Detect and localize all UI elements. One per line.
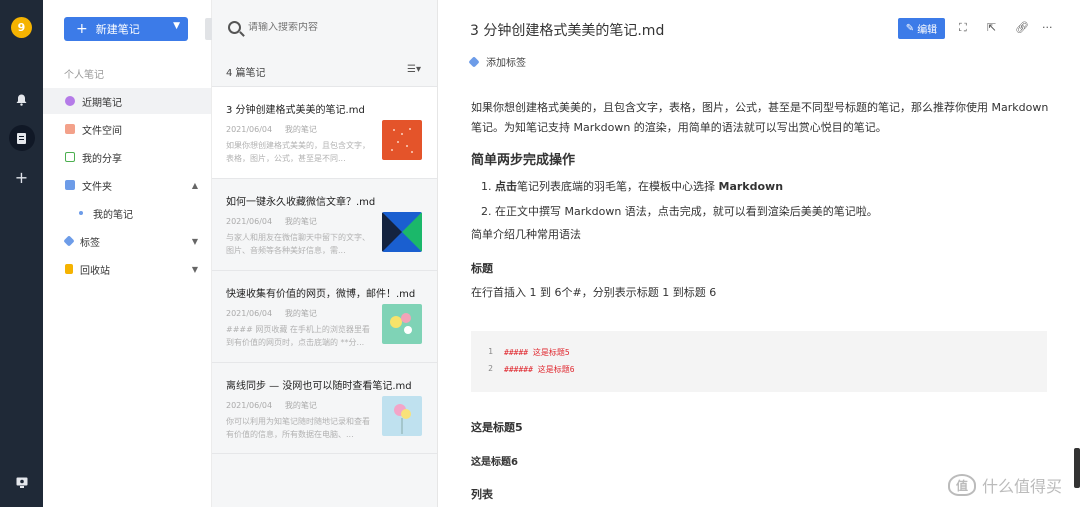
note-title: 3 分钟创建格式美美的笔记.md	[226, 105, 365, 116]
sidebar-item-file-space[interactable]: 文件空间	[43, 116, 211, 142]
watermark-logo: 值	[947, 474, 976, 496]
open-external-icon[interactable]: ⇱	[987, 21, 996, 34]
note-list: 4 篇笔记 ☰▾ 3 分钟创建格式美美的笔记.md 2021/06/04 我的笔…	[212, 0, 438, 507]
tag-icon	[468, 55, 480, 68]
new-note-button[interactable]: + 新建笔记 ▼	[64, 17, 188, 41]
line-number: 2	[488, 364, 493, 373]
watermark-text: 什么值得买	[981, 477, 1062, 496]
note-excerpt: 你可以利用为知笔记随时随地记录和查看有价值的信息，所有数据在电脑、...	[226, 417, 370, 439]
chevron-down-icon[interactable]: ▼	[192, 237, 198, 246]
chevron-down-icon[interactable]: ▼	[192, 265, 198, 274]
folder-icon	[65, 180, 75, 190]
add-tag-label: 添加标签	[486, 58, 526, 69]
list-item: 在正文中撰写 Markdown 语法，点击完成，就可以看到渲染后美美的笔记啦。	[495, 202, 1051, 222]
sidebar-item-trash[interactable]: 回收站 ▼	[43, 256, 211, 282]
link-icon[interactable]: 🔗︎	[1015, 21, 1029, 34]
sidebar-item-tags[interactable]: 标签 ▼	[43, 228, 211, 254]
sidebar-item-folders[interactable]: 文件夹 ▲	[43, 172, 211, 198]
heading6-demo: 这是标题6	[471, 457, 518, 468]
sidebar-item-recent[interactable]: 近期笔记	[43, 88, 211, 114]
collapse-sidebar-handle[interactable]	[205, 18, 212, 40]
heading-title-section: 标题	[471, 262, 493, 275]
search-bar	[212, 0, 437, 55]
sidebar-item-label: 标签	[80, 237, 100, 249]
note-excerpt: 与家人和朋友在微信聊天中留下的文字、图片、音频等各种美好信息，需...	[226, 233, 370, 255]
search-input[interactable]	[248, 22, 408, 33]
note-thumbnail	[382, 396, 422, 436]
plus-icon: +	[76, 21, 88, 37]
note-card[interactable]: 3 分钟创建格式美美的笔记.md 2021/06/04 我的笔记 如果你想创建格…	[212, 86, 437, 178]
edit-label: 编辑	[917, 25, 938, 36]
note-thumbnail	[382, 120, 422, 160]
sidebar-item-label: 我的分享	[82, 153, 122, 165]
add-tag[interactable]: 添加标签	[468, 54, 526, 69]
sort-icon[interactable]: ☰▾	[407, 64, 421, 75]
recent-icon	[65, 96, 75, 106]
sidebar-item-label: 我的笔记	[93, 209, 133, 221]
new-note-label: 新建笔记	[95, 23, 140, 36]
fullscreen-icon[interactable]: ⛶	[959, 21, 967, 35]
note-count: 4 篇笔记	[226, 68, 266, 79]
line-number: 1	[488, 347, 493, 356]
avatar[interactable]: 9	[11, 17, 32, 38]
heading-list: 列表	[471, 488, 493, 501]
sidebar-item-label: 文件空间	[82, 125, 122, 137]
note-card[interactable]: 如何一键永久收藏微信文章？.md 2021/06/04 我的笔记 与家人和朋友在…	[212, 178, 437, 270]
title-description: 在行首插入 1 到 6个#，分别表示标题 1 到标题 6	[471, 286, 717, 299]
share-icon	[65, 152, 75, 162]
chevron-down-icon[interactable]: ▼	[173, 21, 180, 31]
sidebar-item-label: 文件夹	[82, 181, 112, 193]
note-editor: 3 分钟创建格式美美的笔记.md ✎ 编辑 ⛶ ⇱ 🔗︎ ··· 添加标签 如果…	[438, 0, 1080, 507]
search-icon[interactable]	[228, 21, 241, 34]
note-card[interactable]: 离线同步 — 没网也可以随时查看笔记.md 2021/06/04 我的笔记 你可…	[212, 362, 437, 454]
tag-icon	[63, 235, 75, 247]
trash-icon	[65, 264, 73, 274]
app-window: 9 + + 新建笔记 ▼ 个人笔记 近期笔记 文件空间 我的分享 文件夹 ▲ 我…	[0, 0, 1080, 507]
icon-rail: 9 +	[0, 0, 43, 507]
note-title: 快速收集有价值的网页，微博，邮件！.md	[226, 289, 416, 300]
sidebar-item-label: 回收站	[80, 265, 110, 277]
code-line: ##### 这是标题5	[504, 348, 570, 357]
code-line: ###### 这是标题6	[504, 365, 575, 374]
edit-button[interactable]: ✎ 编辑	[898, 18, 945, 39]
settings-icon[interactable]	[0, 468, 43, 496]
note-title: 离线同步 — 没网也可以随时查看笔记.md	[226, 381, 412, 392]
intro2-paragraph: 简单介绍几种常用语法	[471, 228, 581, 241]
note-thumbnail	[382, 212, 422, 252]
note-excerpt: 如果你想创建格式美美的，且包含文字，表格，图片，公式，甚至是不同...	[226, 141, 370, 163]
more-icon[interactable]: ···	[1042, 21, 1053, 34]
bullet-icon	[79, 211, 83, 215]
sidebar-item-label: 近期笔记	[82, 97, 122, 109]
heading5-demo: 这是标题5	[471, 421, 523, 434]
sidebar-item-my-notes[interactable]: 我的笔记	[43, 200, 211, 226]
add-icon[interactable]: +	[0, 163, 43, 191]
folder-sidebar: + 新建笔记 ▼ 个人笔记 近期笔记 文件空间 我的分享 文件夹 ▲ 我的笔记	[43, 0, 212, 507]
notification-bell-icon[interactable]	[0, 86, 43, 114]
list-item: 点击笔记列表底端的羽毛笔，在模板中心选择 Markdown	[495, 177, 1051, 197]
code-block: 1 ##### 这是标题5 2 ###### 这是标题6	[471, 331, 1047, 392]
document-body: 如果你想创建格式美美的，且包含文字，表格，图片，公式，甚至是不同型号标题的笔记，…	[471, 98, 1051, 303]
heading-steps: 简单两步完成操作	[471, 153, 576, 168]
pencil-icon: ✎	[905, 23, 915, 34]
section-label: 个人笔记	[64, 70, 104, 81]
note-thumbnail	[382, 304, 422, 344]
sidebar-item-my-share[interactable]: 我的分享	[43, 144, 211, 170]
watermark: 值 什么值得买	[947, 473, 1062, 497]
note-title: 如何一键永久收藏微信文章？.md	[226, 197, 376, 208]
scrollbar-thumb[interactable]	[1074, 448, 1080, 488]
intro-paragraph: 如果你想创建格式美美的，且包含文字，表格，图片，公式，甚至是不同型号标题的笔记，…	[471, 101, 1049, 134]
chevron-up-icon[interactable]: ▲	[192, 181, 198, 190]
document-title: 3 分钟创建格式美美的笔记.md	[470, 23, 665, 39]
note-card[interactable]: 快速收集有价值的网页，微博，邮件！.md 2021/06/04 我的笔记 ###…	[212, 270, 437, 362]
folder-icon	[65, 124, 75, 134]
steps-list: 点击笔记列表底端的羽毛笔，在模板中心选择 Markdown 在正文中撰写 Mar…	[471, 177, 1051, 222]
note-excerpt: #### 网页收藏 在手机上的浏览器里看到有价值的网页时，点击底端的 **分..…	[226, 325, 370, 347]
notes-nav-icon[interactable]	[0, 124, 43, 152]
